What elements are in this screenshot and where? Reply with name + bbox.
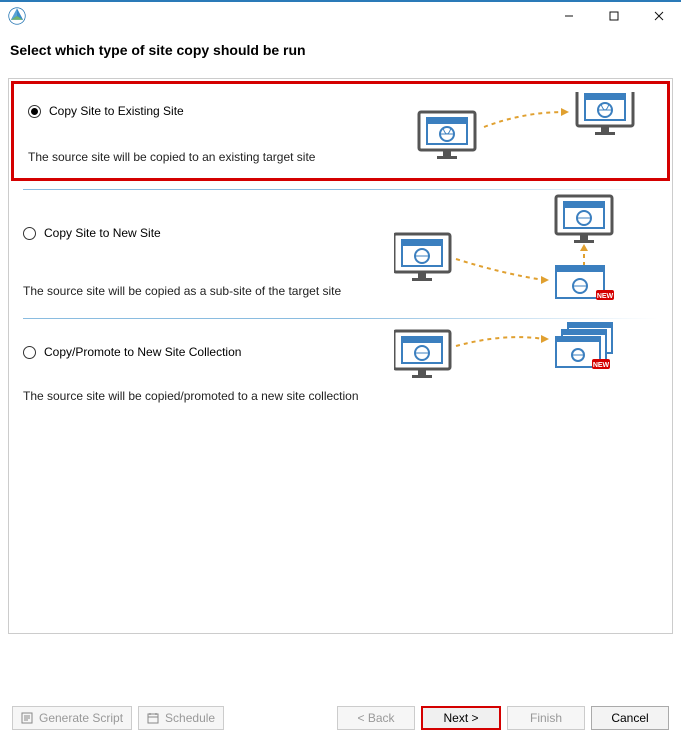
maximize-button[interactable] [591, 2, 636, 30]
option-copy-promote-collection[interactable]: Copy/Promote to New Site Collection The … [9, 321, 672, 417]
app-logo-icon [8, 7, 26, 25]
generate-script-button[interactable]: Generate Script [12, 706, 132, 730]
wizard-footer: Generate Script Schedule < Back Next > F… [0, 706, 681, 730]
svg-text:NEW: NEW [597, 293, 614, 300]
button-label: Next > [443, 711, 478, 725]
radio-copy-new-site[interactable] [23, 227, 36, 240]
option-label: Copy Site to New Site [44, 226, 161, 240]
option-label: Copy Site to Existing Site [49, 104, 184, 118]
radio-copy-promote-collection[interactable] [23, 346, 36, 359]
back-button[interactable]: < Back [337, 706, 415, 730]
button-label: Cancel [611, 711, 648, 725]
next-button[interactable]: Next > [421, 706, 501, 730]
option-copy-existing[interactable]: Copy Site to Existing Site The source si… [11, 81, 670, 181]
schedule-button[interactable]: Schedule [138, 706, 224, 730]
radio-copy-existing[interactable] [28, 105, 41, 118]
close-button[interactable] [636, 2, 681, 30]
page-title: Select which type of site copy should be… [0, 30, 681, 78]
wizard-body: Copy Site to Existing Site The source si… [8, 78, 673, 634]
cancel-button[interactable]: Cancel [591, 706, 669, 730]
divider [23, 189, 658, 190]
button-label: Finish [530, 711, 562, 725]
option-copy-new-site[interactable]: Copy Site to New Site The source site wi… [9, 192, 672, 312]
finish-button[interactable]: Finish [507, 706, 585, 730]
option-graphic-collection: NEW [394, 321, 654, 394]
minimize-button[interactable] [546, 2, 591, 30]
divider [23, 318, 658, 319]
button-label: < Back [357, 711, 394, 725]
svg-text:NEW: NEW [593, 362, 610, 369]
button-label: Generate Script [39, 711, 123, 725]
titlebar [0, 0, 681, 30]
option-label: Copy/Promote to New Site Collection [44, 345, 241, 359]
option-graphic-new-site: NEW [394, 194, 654, 317]
button-label: Schedule [165, 711, 215, 725]
calendar-icon [147, 712, 159, 724]
option-graphic-existing [409, 92, 649, 175]
script-icon [21, 712, 33, 724]
